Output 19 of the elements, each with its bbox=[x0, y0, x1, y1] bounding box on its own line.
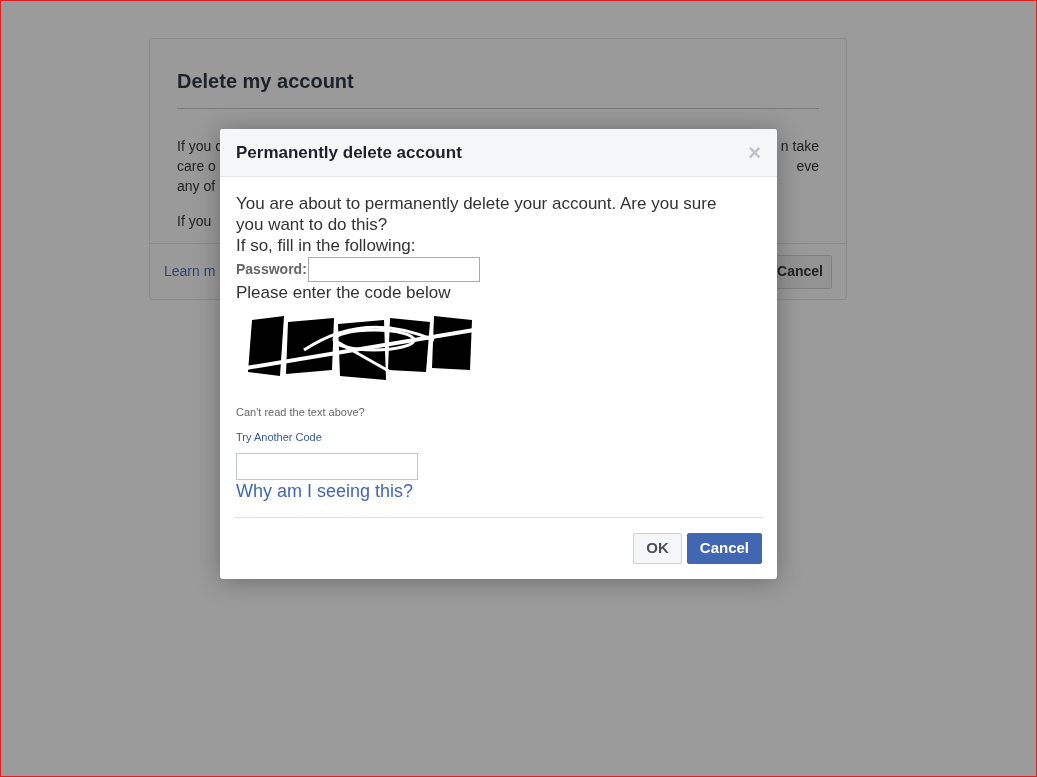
instruction-text: If so, fill in the following: bbox=[236, 235, 416, 257]
card-title: Delete my account bbox=[177, 70, 354, 92]
body-text: eve bbox=[796, 157, 819, 176]
why-link[interactable]: Why am I seeing this? bbox=[236, 480, 414, 502]
help-text: Can't read the text above? bbox=[236, 405, 365, 420]
password-field[interactable] bbox=[307, 257, 480, 282]
body-text: any of bbox=[177, 177, 216, 196]
ok-button[interactable]: OK bbox=[633, 533, 682, 564]
password-label: Password: bbox=[236, 260, 307, 279]
learn-more-link[interactable]: Learn m bbox=[164, 261, 216, 282]
try-another-code-link[interactable]: Try Another Code bbox=[236, 428, 322, 445]
body-text: care o bbox=[177, 157, 216, 176]
dialog-title: Permanently delete account bbox=[236, 141, 462, 164]
code-field[interactable] bbox=[236, 453, 418, 480]
body-text: n take bbox=[780, 137, 819, 156]
cancel-button[interactable]: Cancel bbox=[686, 533, 762, 564]
confirmation-message: You are about to permanently delete your account. Are you sure you want to do this? bbox=[236, 193, 718, 235]
body-text: If you bbox=[177, 212, 212, 231]
code-prompt: Please enter the code below bbox=[236, 282, 451, 304]
